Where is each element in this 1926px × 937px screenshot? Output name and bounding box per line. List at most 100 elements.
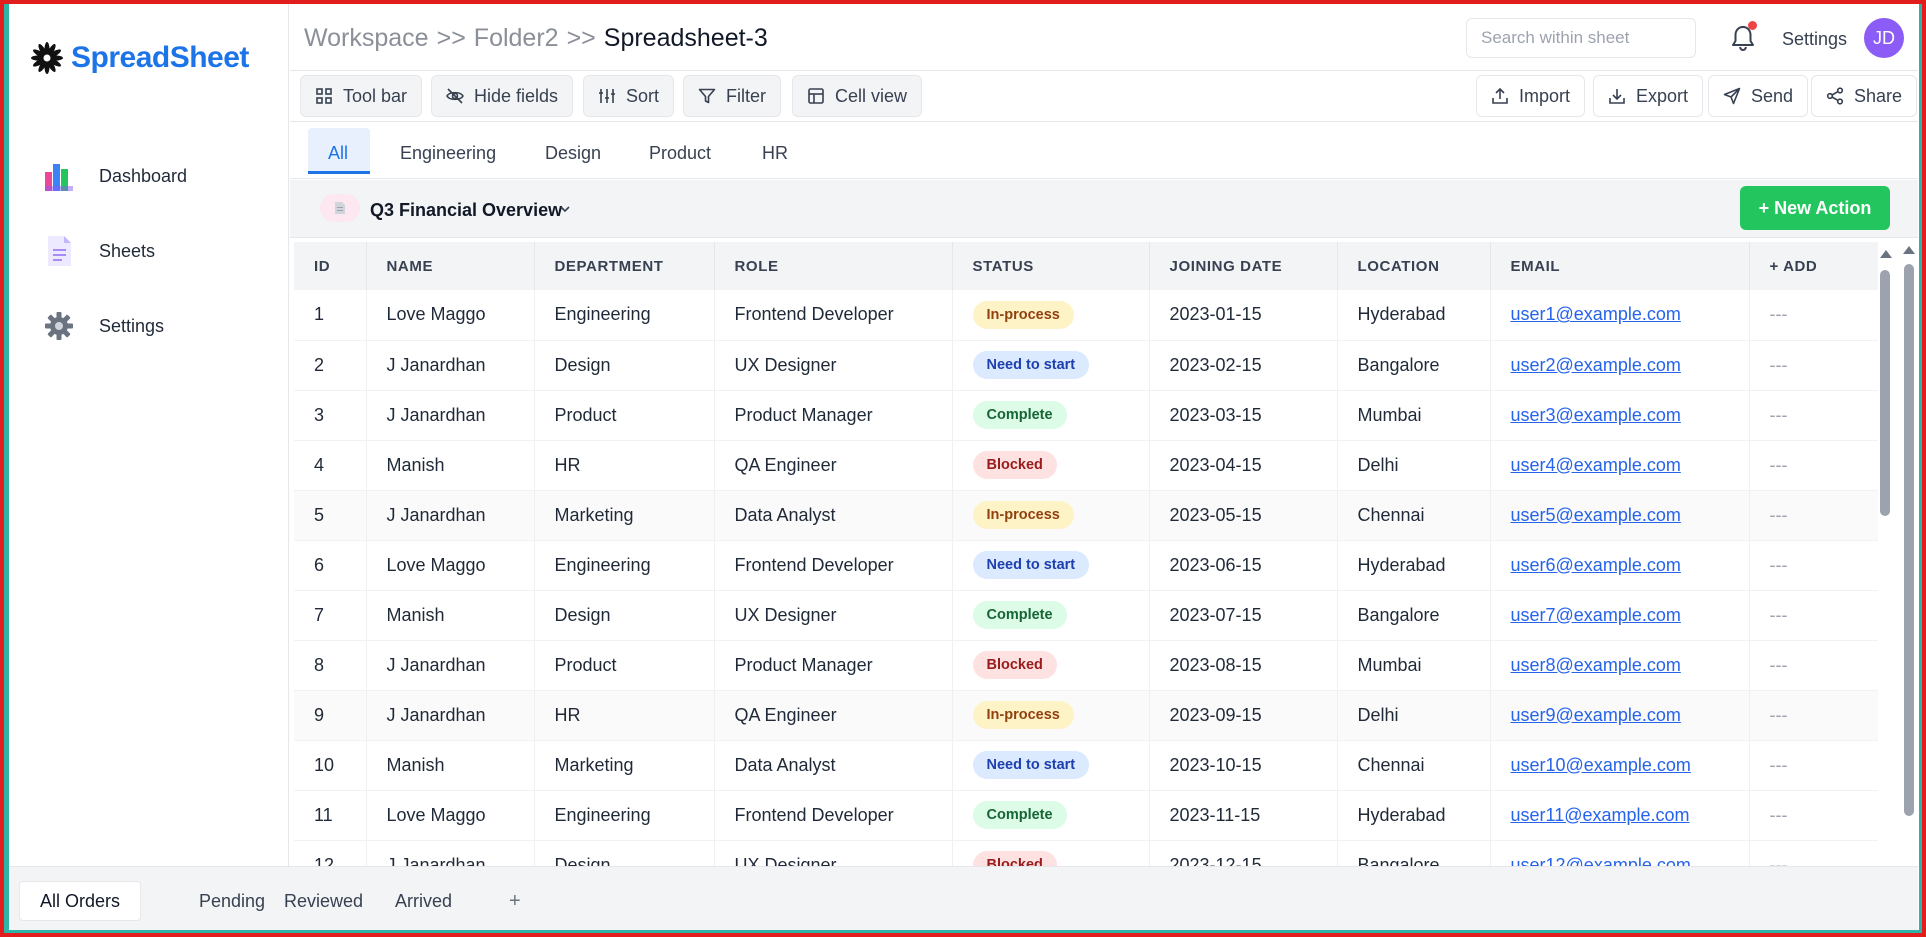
tab-engineering[interactable]: Engineering: [400, 143, 496, 164]
cell-role[interactable]: UX Designer: [714, 840, 953, 866]
cell-joining-date[interactable]: 2023-12-15: [1149, 840, 1338, 866]
table-row[interactable]: 11 Love Maggo Engineering Frontend Develope…: [294, 790, 1878, 841]
cell-add[interactable]: ---: [1749, 690, 1878, 741]
tab-design[interactable]: Design: [545, 143, 601, 164]
cell-department[interactable]: Engineering: [534, 790, 715, 841]
cell-role[interactable]: Product Manager: [714, 390, 953, 441]
cell-location[interactable]: Chennai: [1337, 740, 1491, 791]
cell-location[interactable]: Bangalore: [1337, 840, 1491, 866]
column-header-id[interactable]: ID: [294, 242, 367, 290]
cell-id[interactable]: 4: [294, 440, 367, 491]
toolbar-button-tool-bar[interactable]: Tool bar: [300, 75, 423, 117]
cell-name[interactable]: Manish: [366, 740, 535, 791]
cell-department[interactable]: Design: [534, 840, 715, 866]
cell-location[interactable]: Bangalore: [1337, 590, 1491, 641]
scroll-up-arrow-icon[interactable]: [1880, 250, 1892, 258]
sidebar-item-settings[interactable]: Settings: [43, 310, 164, 342]
table-row[interactable]: 2J Janardhan Design UX Designer Need to sta…: [294, 340, 1878, 391]
cell-add[interactable]: ---: [1749, 440, 1878, 491]
export-button[interactable]: Export: [1593, 75, 1704, 117]
cell-joining-date[interactable]: 2023-02-15: [1149, 340, 1338, 391]
cell-status[interactable]: Need to start: [952, 340, 1150, 391]
cell-department[interactable]: Marketing: [534, 490, 715, 541]
tab-product[interactable]: Product: [649, 143, 711, 164]
cell-department[interactable]: Design: [534, 590, 715, 641]
cell-email[interactable]: user1@example.com: [1490, 290, 1750, 341]
cell-name[interactable]: Manish: [366, 590, 535, 641]
cell-status[interactable]: Complete: [952, 390, 1150, 441]
cell-role[interactable]: UX Designer: [714, 340, 953, 391]
cell-id[interactable]: 6: [294, 540, 367, 591]
cell-status[interactable]: Need to start: [952, 740, 1150, 791]
cell-department[interactable]: Design: [534, 340, 715, 391]
avatar[interactable]: JD: [1864, 18, 1904, 58]
email-link[interactable]: user10@example.com: [1511, 755, 1691, 775]
email-link[interactable]: user4@example.com: [1511, 455, 1681, 475]
cell-email[interactable]: user8@example.com: [1490, 640, 1750, 691]
cell-joining-date[interactable]: 2023-10-15: [1149, 740, 1338, 791]
table-row[interactable]: 5J Janardhan Marketing Data Analyst In-proc…: [294, 490, 1878, 541]
table-row[interactable]: 9J Janardhan HR QA Engineer In-process 2023-…: [294, 690, 1878, 741]
email-link[interactable]: user3@example.com: [1511, 405, 1681, 425]
column-header-role[interactable]: ROLE: [714, 242, 953, 290]
email-link[interactable]: user7@example.com: [1511, 605, 1681, 625]
cell-role[interactable]: Data Analyst: [714, 740, 953, 791]
cell-joining-date[interactable]: 2023-01-15: [1149, 290, 1338, 341]
cell-add[interactable]: ---: [1749, 590, 1878, 641]
cell-role[interactable]: Data Analyst: [714, 490, 953, 541]
cell-role[interactable]: Frontend Developer: [714, 790, 953, 841]
cell-add[interactable]: ---: [1749, 490, 1878, 541]
cell-email[interactable]: user6@example.com: [1490, 540, 1750, 591]
cell-name[interactable]: J Janardhan: [366, 640, 535, 691]
cell-location[interactable]: Chennai: [1337, 490, 1491, 541]
cell-status[interactable]: In-process: [952, 690, 1150, 741]
tab-all[interactable]: All: [328, 143, 348, 164]
cell-role[interactable]: Frontend Developer: [714, 540, 953, 591]
tab-hr[interactable]: HR: [762, 143, 788, 164]
column-header-name[interactable]: NAME: [366, 242, 535, 290]
cell-name[interactable]: Love Maggo: [366, 540, 535, 591]
cell-status[interactable]: In-process: [952, 490, 1150, 541]
table-row[interactable]: 8J Janardhan Product Product Manager Blocke…: [294, 640, 1878, 691]
table-row[interactable]: 7 Manish Design UX Designer Complete 2023-07-…: [294, 590, 1878, 641]
cell-id[interactable]: 5: [294, 490, 367, 541]
table-row[interactable]: 12 J Janardhan Design UX Designer Blocked 202…: [294, 840, 1878, 866]
table-scrollbar[interactable]: [1880, 270, 1890, 516]
email-link[interactable]: user9@example.com: [1511, 705, 1681, 725]
cell-location[interactable]: Hyderabad: [1337, 540, 1491, 591]
column-header-status[interactable]: STATUS: [952, 242, 1150, 290]
import-button[interactable]: Import: [1476, 75, 1586, 117]
cell-joining-date[interactable]: 2023-05-15: [1149, 490, 1338, 541]
cell-joining-date[interactable]: 2023-07-15: [1149, 590, 1338, 641]
email-link[interactable]: user5@example.com: [1511, 505, 1681, 525]
cell-department[interactable]: Product: [534, 640, 715, 691]
cell-role[interactable]: Frontend Developer: [714, 290, 953, 341]
cell-role[interactable]: UX Designer: [714, 590, 953, 641]
cell-name[interactable]: J Janardhan: [366, 390, 535, 441]
cell-location[interactable]: Hyderabad: [1337, 790, 1491, 841]
cell-department[interactable]: Product: [534, 390, 715, 441]
cell-id[interactable]: 9: [294, 690, 367, 741]
cell-id[interactable]: 8: [294, 640, 367, 691]
cell-add[interactable]: ---: [1749, 390, 1878, 441]
cell-role[interactable]: QA Engineer: [714, 440, 953, 491]
cell-email[interactable]: user10@example.com: [1490, 740, 1750, 791]
cell-name[interactable]: J Janardhan: [366, 690, 535, 741]
page-scrollbar[interactable]: [1904, 264, 1914, 816]
cell-add[interactable]: ---: [1749, 540, 1878, 591]
column-header-email[interactable]: EMAIL: [1490, 242, 1750, 290]
cell-name[interactable]: J Janardhan: [366, 840, 535, 866]
email-link[interactable]: user1@example.com: [1511, 304, 1681, 324]
cell-id[interactable]: 12: [294, 840, 367, 866]
cell-name[interactable]: J Janardhan: [366, 340, 535, 391]
table-row[interactable]: 1 Love Maggo Engineering Frontend Developer…: [294, 290, 1878, 341]
cell-department[interactable]: HR: [534, 440, 715, 491]
cell-status[interactable]: In-process: [952, 290, 1150, 341]
cell-id[interactable]: 1: [294, 290, 367, 341]
cell-status[interactable]: Complete: [952, 790, 1150, 841]
toolbar-button-sort[interactable]: Sort: [583, 75, 675, 117]
cell-location[interactable]: Delhi: [1337, 690, 1491, 741]
cell-location[interactable]: Mumbai: [1337, 640, 1491, 691]
bottom-tab-reviewed[interactable]: Reviewed: [264, 881, 383, 921]
app-logo[interactable]: SpreadSheet: [29, 40, 249, 76]
